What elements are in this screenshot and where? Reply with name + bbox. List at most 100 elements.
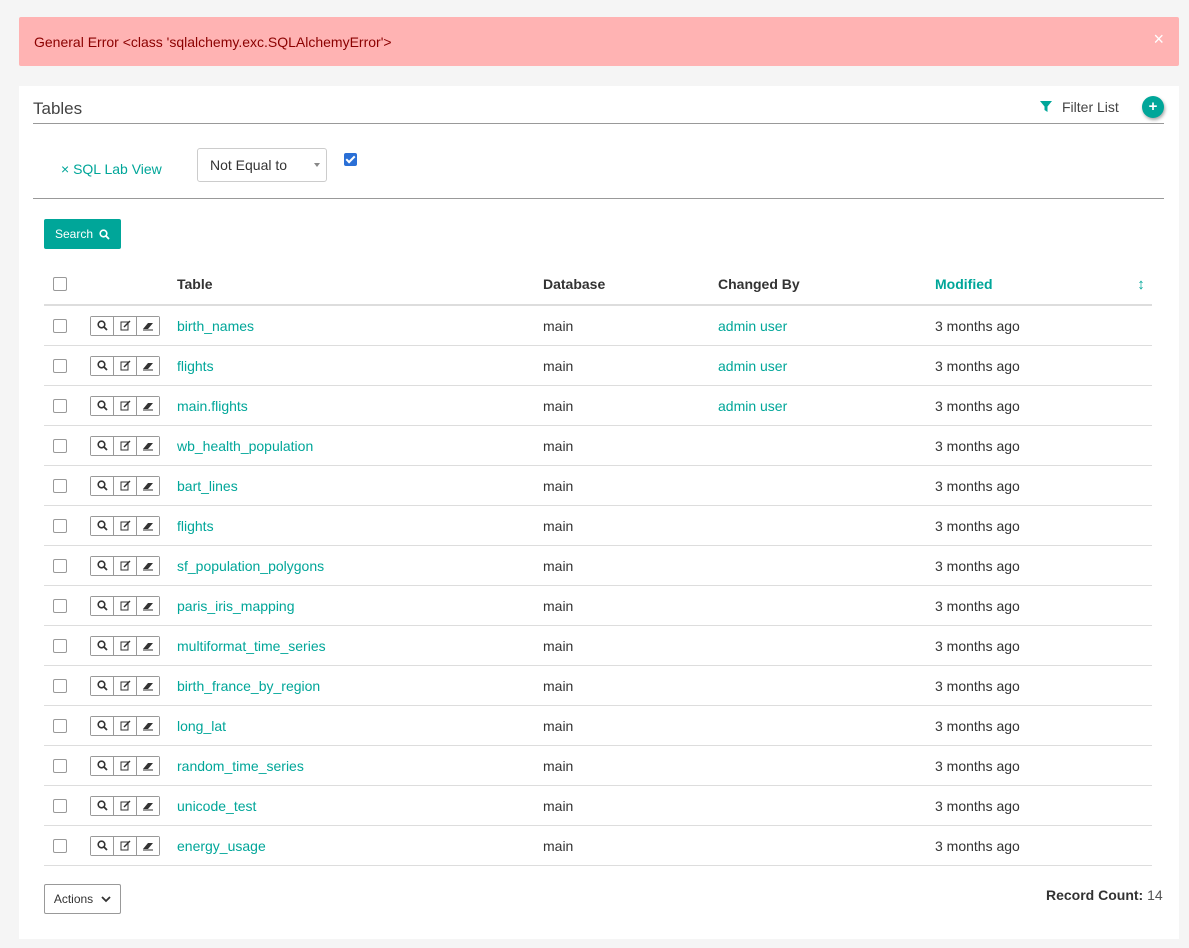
- edit-record-icon[interactable]: [114, 316, 137, 335]
- edit-record-icon[interactable]: [114, 596, 137, 615]
- delete-record-icon[interactable]: [137, 396, 159, 415]
- edit-record-icon[interactable]: [114, 796, 137, 815]
- show-record-icon[interactable]: [91, 556, 114, 575]
- sort-header: ↕: [1130, 264, 1152, 306]
- show-record-icon[interactable]: [91, 516, 114, 535]
- search-icon: [99, 228, 110, 240]
- row-checkbox[interactable]: [53, 598, 67, 613]
- column-header-modified[interactable]: Modified: [935, 264, 1130, 306]
- edit-record-icon[interactable]: [114, 676, 137, 695]
- edit-record-icon[interactable]: [114, 476, 137, 495]
- table-name-link[interactable]: paris_iris_mapping: [177, 598, 295, 614]
- show-record-icon[interactable]: [91, 676, 114, 695]
- delete-record-icon[interactable]: [137, 316, 159, 335]
- column-header-database[interactable]: Database: [543, 264, 718, 306]
- row-checkbox[interactable]: [53, 718, 67, 733]
- row-checkbox[interactable]: [53, 478, 67, 493]
- delete-record-icon[interactable]: [137, 796, 159, 815]
- changed-by-link[interactable]: admin user: [718, 398, 787, 414]
- row-actions-cell: [87, 425, 177, 466]
- changed-by-cell: [718, 785, 935, 826]
- delete-record-icon[interactable]: [137, 476, 159, 495]
- row-checkbox[interactable]: [53, 678, 67, 693]
- show-record-icon[interactable]: [91, 396, 114, 415]
- delete-record-icon[interactable]: [137, 356, 159, 375]
- row-checkbox[interactable]: [53, 558, 67, 573]
- search-button-label: Search: [54, 227, 94, 241]
- column-header-table[interactable]: Table: [177, 264, 543, 306]
- edit-record-icon[interactable]: [114, 516, 137, 535]
- table-name-link[interactable]: flights: [177, 518, 214, 534]
- row-checkbox[interactable]: [53, 358, 67, 373]
- sort-icon[interactable]: ↕: [1137, 276, 1145, 293]
- show-record-icon[interactable]: [91, 756, 114, 775]
- select-all-checkbox[interactable]: [53, 277, 67, 291]
- table-name-link[interactable]: flights: [177, 358, 214, 374]
- row-checkbox[interactable]: [53, 438, 67, 453]
- row-spacer-cell: [1130, 785, 1152, 826]
- table-name-link[interactable]: wb_health_population: [177, 438, 313, 454]
- row-checkbox[interactable]: [53, 398, 67, 413]
- table-name-link[interactable]: random_time_series: [177, 758, 304, 774]
- edit-record-icon[interactable]: [114, 836, 137, 855]
- delete-record-icon[interactable]: [137, 676, 159, 695]
- delete-record-icon[interactable]: [137, 596, 159, 615]
- delete-record-icon[interactable]: [137, 436, 159, 455]
- changed-by-link[interactable]: admin user: [718, 318, 787, 334]
- table-name-link[interactable]: sf_population_polygons: [177, 558, 324, 574]
- table-name-link[interactable]: multiformat_time_series: [177, 638, 326, 654]
- show-record-icon[interactable]: [91, 356, 114, 375]
- show-record-icon[interactable]: [91, 476, 114, 495]
- table-name-link[interactable]: birth_france_by_region: [177, 678, 320, 694]
- delete-record-icon[interactable]: [137, 516, 159, 535]
- row-action-buttons: [90, 435, 160, 456]
- actions-dropdown-button[interactable]: Actions: [44, 884, 121, 914]
- show-record-icon[interactable]: [91, 796, 114, 815]
- delete-record-icon[interactable]: [137, 556, 159, 575]
- show-record-icon[interactable]: [91, 636, 114, 655]
- row-checkbox[interactable]: [53, 758, 67, 773]
- close-alert-icon[interactable]: ×: [1153, 30, 1164, 48]
- edit-record-icon[interactable]: [114, 436, 137, 455]
- row-checkbox[interactable]: [53, 518, 67, 533]
- table-name-link[interactable]: bart_lines: [177, 478, 238, 494]
- delete-record-icon[interactable]: [137, 636, 159, 655]
- table-name-link[interactable]: birth_names: [177, 318, 254, 334]
- row-checkbox[interactable]: [53, 318, 67, 333]
- row-spacer-cell: [1130, 585, 1152, 626]
- table-name-link[interactable]: unicode_test: [177, 798, 256, 814]
- edit-record-icon[interactable]: [114, 356, 137, 375]
- show-record-icon[interactable]: [91, 596, 114, 615]
- table-row: birth_france_by_region main 3 months ago: [44, 665, 1152, 706]
- edit-record-icon[interactable]: [114, 716, 137, 735]
- column-header-changed-by[interactable]: Changed By: [718, 264, 935, 306]
- edit-record-icon[interactable]: [114, 396, 137, 415]
- filter-operator-select[interactable]: Not Equal to: [197, 148, 327, 182]
- changed-by-link[interactable]: admin user: [718, 358, 787, 374]
- row-checkbox[interactable]: [53, 638, 67, 653]
- add-table-button[interactable]: +: [1142, 96, 1164, 118]
- show-record-icon[interactable]: [91, 316, 114, 335]
- search-button[interactable]: Search: [44, 219, 121, 249]
- tables-list: Table Database Changed By Modified ↕ bir…: [44, 264, 1152, 866]
- filter-value-checkbox[interactable]: [344, 153, 357, 166]
- row-checkbox[interactable]: [53, 798, 67, 813]
- filter-list-button[interactable]: Filter List: [1040, 99, 1119, 115]
- show-record-icon[interactable]: [91, 716, 114, 735]
- edit-record-icon[interactable]: [114, 556, 137, 575]
- show-record-icon[interactable]: [91, 436, 114, 455]
- delete-record-icon[interactable]: [137, 756, 159, 775]
- remove-filter-sql-lab-view[interactable]: × SQL Lab View: [61, 161, 162, 177]
- table-name-link[interactable]: energy_usage: [177, 838, 266, 854]
- edit-record-icon[interactable]: [114, 756, 137, 775]
- delete-record-icon[interactable]: [137, 836, 159, 855]
- row-checkbox[interactable]: [53, 838, 67, 853]
- table-name-cell: main.flights: [177, 385, 543, 426]
- table-name-link[interactable]: main.flights: [177, 398, 248, 414]
- edit-record-icon[interactable]: [114, 636, 137, 655]
- delete-record-icon[interactable]: [137, 716, 159, 735]
- show-record-icon[interactable]: [91, 836, 114, 855]
- table-row: multiformat_time_series main 3 months ago: [44, 625, 1152, 666]
- table-name-link[interactable]: long_lat: [177, 718, 226, 734]
- row-action-buttons: [90, 835, 160, 856]
